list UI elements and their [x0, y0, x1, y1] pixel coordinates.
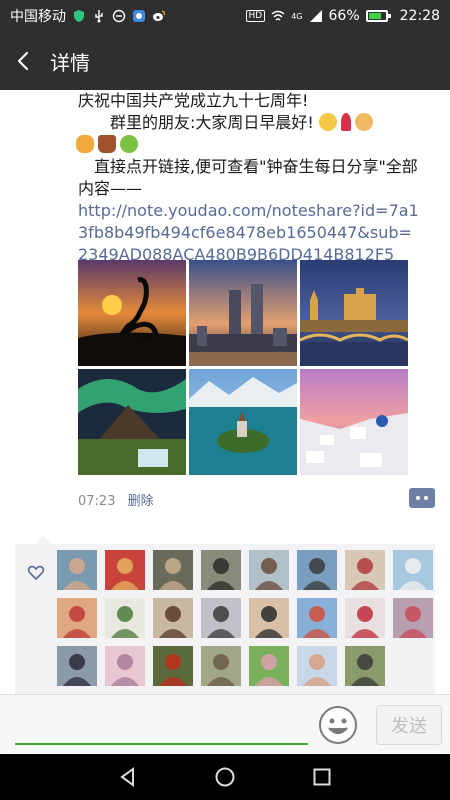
post-line-2: 群里的朋友:大家周日早晨好! — [78, 112, 420, 134]
blessing-emoji-icon — [120, 135, 138, 153]
home-circle-icon[interactable] — [214, 766, 236, 788]
back-arrow-icon — [17, 51, 29, 71]
avatar-7[interactable] — [345, 550, 385, 590]
emoji-button[interactable] — [318, 705, 358, 745]
avatar-22[interactable] — [297, 646, 337, 686]
handshake-emoji-icon — [354, 113, 373, 131]
post-body: 庆祝中国共产党成立九十七周年! 群里的朋友:大家周日早晨好! 直接点开链接,便可… — [0, 90, 450, 266]
usb-icon — [92, 9, 106, 23]
shield-icon — [72, 9, 86, 23]
avatar-9[interactable] — [57, 598, 97, 638]
note-link[interactable]: http://note.youdao.com/noteshare?id=7a13… — [78, 200, 420, 266]
avatar-2[interactable] — [105, 550, 145, 590]
avatar-10[interactable] — [105, 598, 145, 638]
post-detail: 庆祝中国共产党成立九十七周年! 群里的朋友:大家周日早晨好! 直接点开链接,便可… — [0, 90, 450, 694]
avatar-19[interactable] — [153, 646, 193, 686]
avatar-23[interactable] — [345, 646, 385, 686]
carrier-label: 中国移动 — [10, 9, 66, 25]
wifi-icon — [271, 9, 285, 23]
comment-dots-icon[interactable] — [409, 488, 435, 508]
post-line-3 — [76, 134, 420, 156]
santorini-photo[interactable] — [300, 369, 408, 475]
post-time: 07:23 — [78, 494, 116, 509]
battery-icon — [365, 10, 391, 22]
post-line-1: 庆祝中国共产党成立九十七周年! — [78, 91, 309, 110]
lake-island-photo[interactable] — [189, 369, 297, 475]
hd-badge: HD — [245, 10, 266, 22]
system-nav-bar — [0, 754, 450, 800]
weibo-icon — [152, 9, 166, 23]
rose-emoji-icon — [340, 113, 351, 131]
clap-emoji-icon — [76, 135, 94, 153]
aurora-mountain-photo[interactable] — [78, 369, 186, 475]
avatar-5[interactable] — [249, 550, 289, 590]
post-line-2-text: 群里的朋友:大家周日早晨好! — [110, 113, 314, 132]
clock: 22:28 — [399, 8, 440, 24]
page-title: 详情 — [50, 50, 90, 75]
avatar-1[interactable] — [57, 550, 97, 590]
avatar-13[interactable] — [249, 598, 289, 638]
avatar-16[interactable] — [393, 598, 433, 638]
avatar-14[interactable] — [297, 598, 337, 638]
avatar-15[interactable] — [345, 598, 385, 638]
recents-square-icon[interactable] — [311, 766, 333, 788]
avatar-17[interactable] — [57, 646, 97, 686]
avatar-3[interactable] — [153, 550, 193, 590]
smile-emoji-icon — [318, 113, 337, 131]
status-bar: 中国移动 HD 4G 66% 22:28 — [0, 0, 450, 32]
battery-percent: 66% — [328, 8, 360, 24]
avatar-11[interactable] — [153, 598, 193, 638]
sunset-heron-photo[interactable] — [78, 260, 186, 366]
app-icon — [132, 9, 146, 23]
header-bar: 详情 — [0, 32, 450, 90]
comment-input-bar: 发送 — [0, 694, 450, 754]
post-meta: 07:23 删除 — [78, 490, 154, 509]
avatar-6[interactable] — [297, 550, 337, 590]
signal-badge: 4G — [291, 11, 303, 21]
signal-icon — [309, 9, 323, 23]
avatar-21[interactable] — [249, 646, 289, 686]
comment-input[interactable] — [15, 703, 308, 743]
avatar-18[interactable] — [105, 646, 145, 686]
input-underline — [15, 743, 308, 745]
avatar-20[interactable] — [201, 646, 241, 686]
back-button[interactable] — [0, 32, 48, 90]
coffee-emoji-icon — [98, 135, 116, 153]
castle-river-photo[interactable] — [300, 260, 408, 366]
notification-icon — [112, 9, 126, 23]
post-line-4: 直接点开链接,便可查看"钟奋生每日分享"全部内容—— — [78, 157, 418, 198]
delete-button[interactable]: 删除 — [128, 494, 154, 509]
likes-panel — [15, 536, 435, 694]
back-triangle-icon[interactable] — [117, 766, 139, 788]
avatar-12[interactable] — [201, 598, 241, 638]
avatar-8[interactable] — [393, 550, 433, 590]
avatar-4[interactable] — [201, 550, 241, 590]
send-button[interactable]: 发送 — [376, 705, 442, 745]
heart-outline-icon — [27, 565, 45, 581]
city-skyline-photo[interactable] — [189, 260, 297, 366]
